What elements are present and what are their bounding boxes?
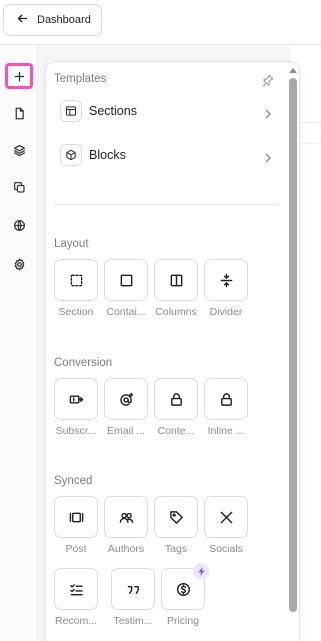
tag-icon (169, 510, 183, 524)
tile-label: Subscr... (55, 425, 97, 437)
layout-heading: Layout (54, 238, 89, 250)
tile-post[interactable]: Post (50, 496, 102, 555)
users-icon (119, 512, 133, 523)
tile-label: Columns (155, 306, 197, 318)
layout-icon (60, 100, 82, 122)
conversion-heading: Conversion (54, 357, 113, 369)
scroll-up-arrow[interactable] (289, 66, 297, 74)
quote-icon (127, 585, 139, 594)
template-sections[interactable]: Sections (54, 96, 274, 126)
template-blocks[interactable]: Blocks (54, 140, 274, 170)
tile-label: Pricing (166, 615, 200, 627)
columns-icon (170, 274, 182, 286)
tile-columns[interactable]: Columns (150, 259, 202, 318)
dashed-square-icon (70, 274, 82, 286)
tile-tags[interactable]: Tags (150, 496, 202, 555)
subscribe-icon (69, 395, 83, 403)
tile-label: Authors (107, 543, 145, 555)
square-icon (120, 274, 132, 286)
copy-icon (13, 181, 25, 193)
at-icon (119, 392, 133, 406)
globe-button[interactable] (5, 212, 33, 238)
cube-icon (60, 144, 82, 166)
back-label: Dashboard (37, 14, 91, 26)
bolt-icon (193, 563, 209, 579)
tile-divider[interactable]: Divider (200, 259, 252, 318)
lock-icon (170, 392, 182, 406)
tile-recommendations[interactable]: Recom... (50, 568, 102, 627)
insert-panel: Templates Sections Blocks Layout Section… (45, 61, 300, 641)
chevron-right-icon (264, 106, 272, 119)
tile-testimonials[interactable]: Testim... (107, 568, 159, 627)
tile-label: Section (58, 306, 94, 318)
tile-label: Socials (209, 543, 243, 555)
template-label: Blocks (89, 148, 126, 162)
lock-icon (220, 392, 232, 406)
tile-inline-lock[interactable]: Inline ... (200, 378, 252, 437)
divider-icon (220, 273, 232, 287)
settings-button[interactable] (5, 251, 33, 277)
dollar-icon (176, 582, 190, 596)
file-icon (15, 107, 24, 119)
add-element-button[interactable] (5, 63, 33, 89)
tile-socials[interactable]: Socials (200, 496, 252, 555)
layers-button[interactable] (5, 137, 33, 163)
templates-heading: Templates (54, 73, 107, 85)
tile-label: Conte... (157, 425, 195, 437)
tile-subscribe[interactable]: Subscr... (50, 378, 102, 437)
x-logo-icon (220, 511, 232, 523)
tile-label: Divider (209, 306, 243, 318)
tile-label: Inline ... (207, 425, 245, 437)
layers-icon (13, 144, 25, 156)
globe-icon (13, 219, 25, 231)
tile-label: Email ... (107, 425, 145, 437)
template-label: Sections (89, 104, 137, 118)
pages-button[interactable] (5, 100, 33, 126)
post-icon (69, 512, 83, 522)
scrollbar-thumb[interactable] (289, 78, 297, 612)
tile-label: Post (65, 543, 87, 555)
divider (54, 204, 278, 205)
tile-label: Contai... (106, 306, 146, 318)
tile-label: Testim... (113, 615, 153, 627)
back-to-dashboard-button[interactable]: Dashboard (3, 4, 102, 36)
tile-content-lock[interactable]: Conte... (150, 378, 202, 437)
tile-label: Tags (164, 543, 188, 555)
top-bar: Dashboard (0, 0, 321, 45)
chevron-right-icon (264, 150, 272, 163)
tile-authors[interactable]: Authors (100, 496, 152, 555)
gear-icon (14, 258, 24, 270)
plus-icon (14, 71, 24, 81)
checklist-icon (69, 583, 83, 595)
tile-container[interactable]: Contai... (100, 259, 152, 318)
copy-button[interactable] (5, 174, 33, 200)
left-rail (0, 45, 38, 641)
pin-icon[interactable] (261, 74, 274, 87)
tile-section[interactable]: Section (50, 259, 102, 318)
tile-email[interactable]: Email ... (100, 378, 152, 437)
tile-label: Recom... (54, 615, 97, 627)
synced-heading: Synced (54, 475, 93, 487)
arrow-left-icon (16, 12, 29, 28)
tile-pricing[interactable]: Pricing (157, 563, 209, 627)
